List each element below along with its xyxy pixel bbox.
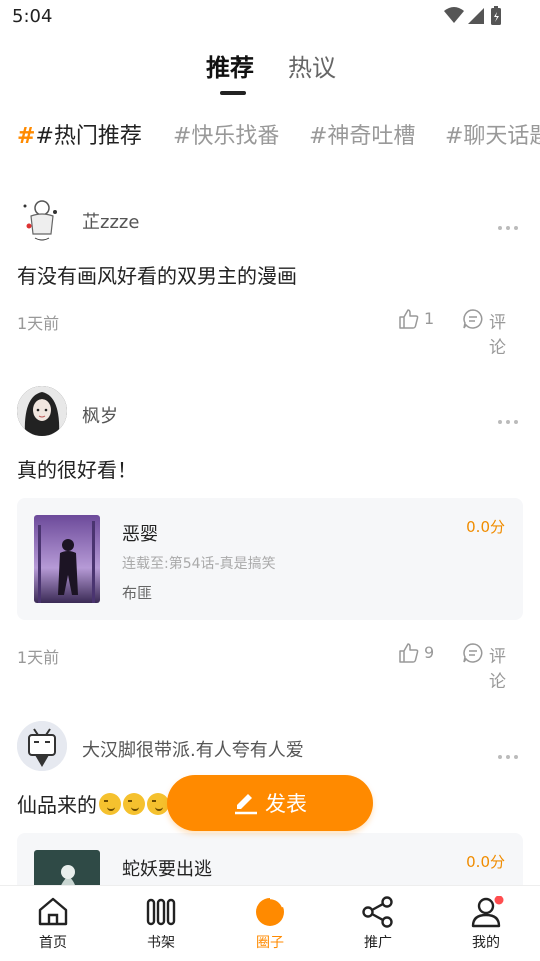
tab-hot-discussion[interactable]: 热议 — [288, 48, 336, 83]
smiling-emoji-icon — [99, 793, 121, 815]
comment-label: 评论 — [489, 313, 506, 358]
post-text: 真的很好看！ — [17, 458, 137, 482]
thumbs-up-icon — [399, 643, 419, 663]
bottom-nav: 首页 书架 圈子 推广 我的 — [0, 885, 540, 961]
status-time: 5:04 — [12, 6, 53, 27]
like-button[interactable]: 9 — [398, 642, 434, 666]
post-time: 1天前 — [17, 648, 60, 667]
book-progress: 连载至:第54话-真是搞笑 — [122, 556, 276, 572]
nav-label: 首页 — [39, 935, 67, 951]
book-title: 恶婴 — [122, 524, 158, 545]
tab-recommend[interactable]: 推荐 — [206, 48, 254, 83]
post-card[interactable]: 芷zzze 有没有画风好看的双男主的漫画 1天前 1 评论 — [0, 192, 540, 358]
nav-profile[interactable]: 我的 — [441, 894, 531, 956]
comment-button[interactable]: 评论 — [462, 642, 506, 692]
topic-chat[interactable]: #聊天话题 — [445, 118, 540, 150]
post-time: 1天前 — [17, 314, 60, 333]
post-text: 有没有画风好看的双男主的漫画 — [17, 264, 297, 288]
book-cover-image — [34, 515, 100, 603]
book-score: 0.0分 — [466, 853, 505, 871]
more-options-icon[interactable] — [498, 744, 522, 759]
avatar[interactable] — [17, 386, 67, 436]
topic-bar: ##热门推荐 #快乐找番 #神奇吐槽 #聊天话题 — [0, 110, 540, 156]
top-tabs: 推荐 热议 — [0, 44, 540, 98]
post-text: 仙品来的 — [17, 789, 169, 818]
smiling-emoji-icon — [147, 793, 169, 815]
comment-button[interactable]: 评论 — [462, 308, 506, 358]
like-button[interactable]: 1 — [398, 308, 434, 332]
pen-icon — [235, 794, 257, 815]
like-count: 9 — [424, 643, 435, 662]
home-icon — [38, 897, 68, 926]
status-icons — [444, 6, 501, 25]
topic-label: #热门推荐 — [35, 124, 142, 149]
status-bar: 5:04 — [0, 0, 540, 34]
topic-amazing-rant[interactable]: #神奇吐槽 — [309, 118, 415, 150]
nav-label: 圈子 — [256, 935, 284, 951]
topic-happy-anime[interactable]: #快乐找番 — [173, 118, 279, 150]
tab-indicator — [220, 91, 246, 95]
nav-label: 我的 — [472, 935, 500, 951]
book-title: 蛇妖要出逃 — [122, 859, 212, 880]
notification-badge — [494, 896, 504, 905]
nav-label: 书架 — [147, 935, 175, 951]
book-card[interactable]: 恶婴 连载至:第54话-真是搞笑 布匪 0.0分 — [17, 498, 523, 620]
smiling-emoji-icon — [123, 793, 145, 815]
wifi-icon — [444, 7, 464, 23]
signal-icon — [468, 8, 484, 24]
nav-home[interactable]: 首页 — [8, 894, 98, 956]
comment-icon — [463, 643, 483, 663]
avatar[interactable] — [17, 721, 67, 771]
thumbs-up-icon — [399, 309, 419, 329]
avatar[interactable] — [17, 194, 67, 244]
publish-button[interactable]: 发表 — [167, 775, 373, 831]
share-icon — [362, 896, 393, 928]
book-score: 0.0分 — [466, 518, 505, 536]
bookshelf-icon — [146, 898, 176, 926]
author-name[interactable]: 枫岁 — [82, 402, 118, 428]
topic-hash-accent: # — [17, 124, 36, 149]
comment-label: 评论 — [489, 647, 506, 692]
more-options-icon[interactable] — [498, 409, 522, 424]
more-options-icon[interactable] — [498, 215, 522, 230]
like-count: 1 — [424, 309, 435, 328]
author-name[interactable]: 芷zzze — [82, 208, 139, 234]
nav-circle[interactable]: 圈子 — [225, 894, 315, 956]
book-author: 布匪 — [122, 584, 153, 602]
topic-hot-recommend[interactable]: ##热门推荐 — [17, 118, 142, 150]
nav-label: 推广 — [364, 935, 392, 951]
nav-promote[interactable]: 推广 — [333, 894, 423, 956]
profile-icon — [471, 896, 504, 928]
post-text-content: 仙品来的 — [17, 793, 97, 817]
publish-label: 发表 — [265, 792, 307, 816]
post-card[interactable]: 枫岁 真的很好看！ 恶婴 连载至:第54话-真是搞笑 布匪 0.0分 1天前 9… — [0, 386, 540, 692]
nav-bookshelf[interactable]: 书架 — [116, 894, 206, 956]
circle-icon — [256, 896, 285, 926]
author-name[interactable]: 大汉脚很带派.有人夸有人爱 — [82, 736, 304, 762]
comment-icon — [463, 309, 483, 329]
